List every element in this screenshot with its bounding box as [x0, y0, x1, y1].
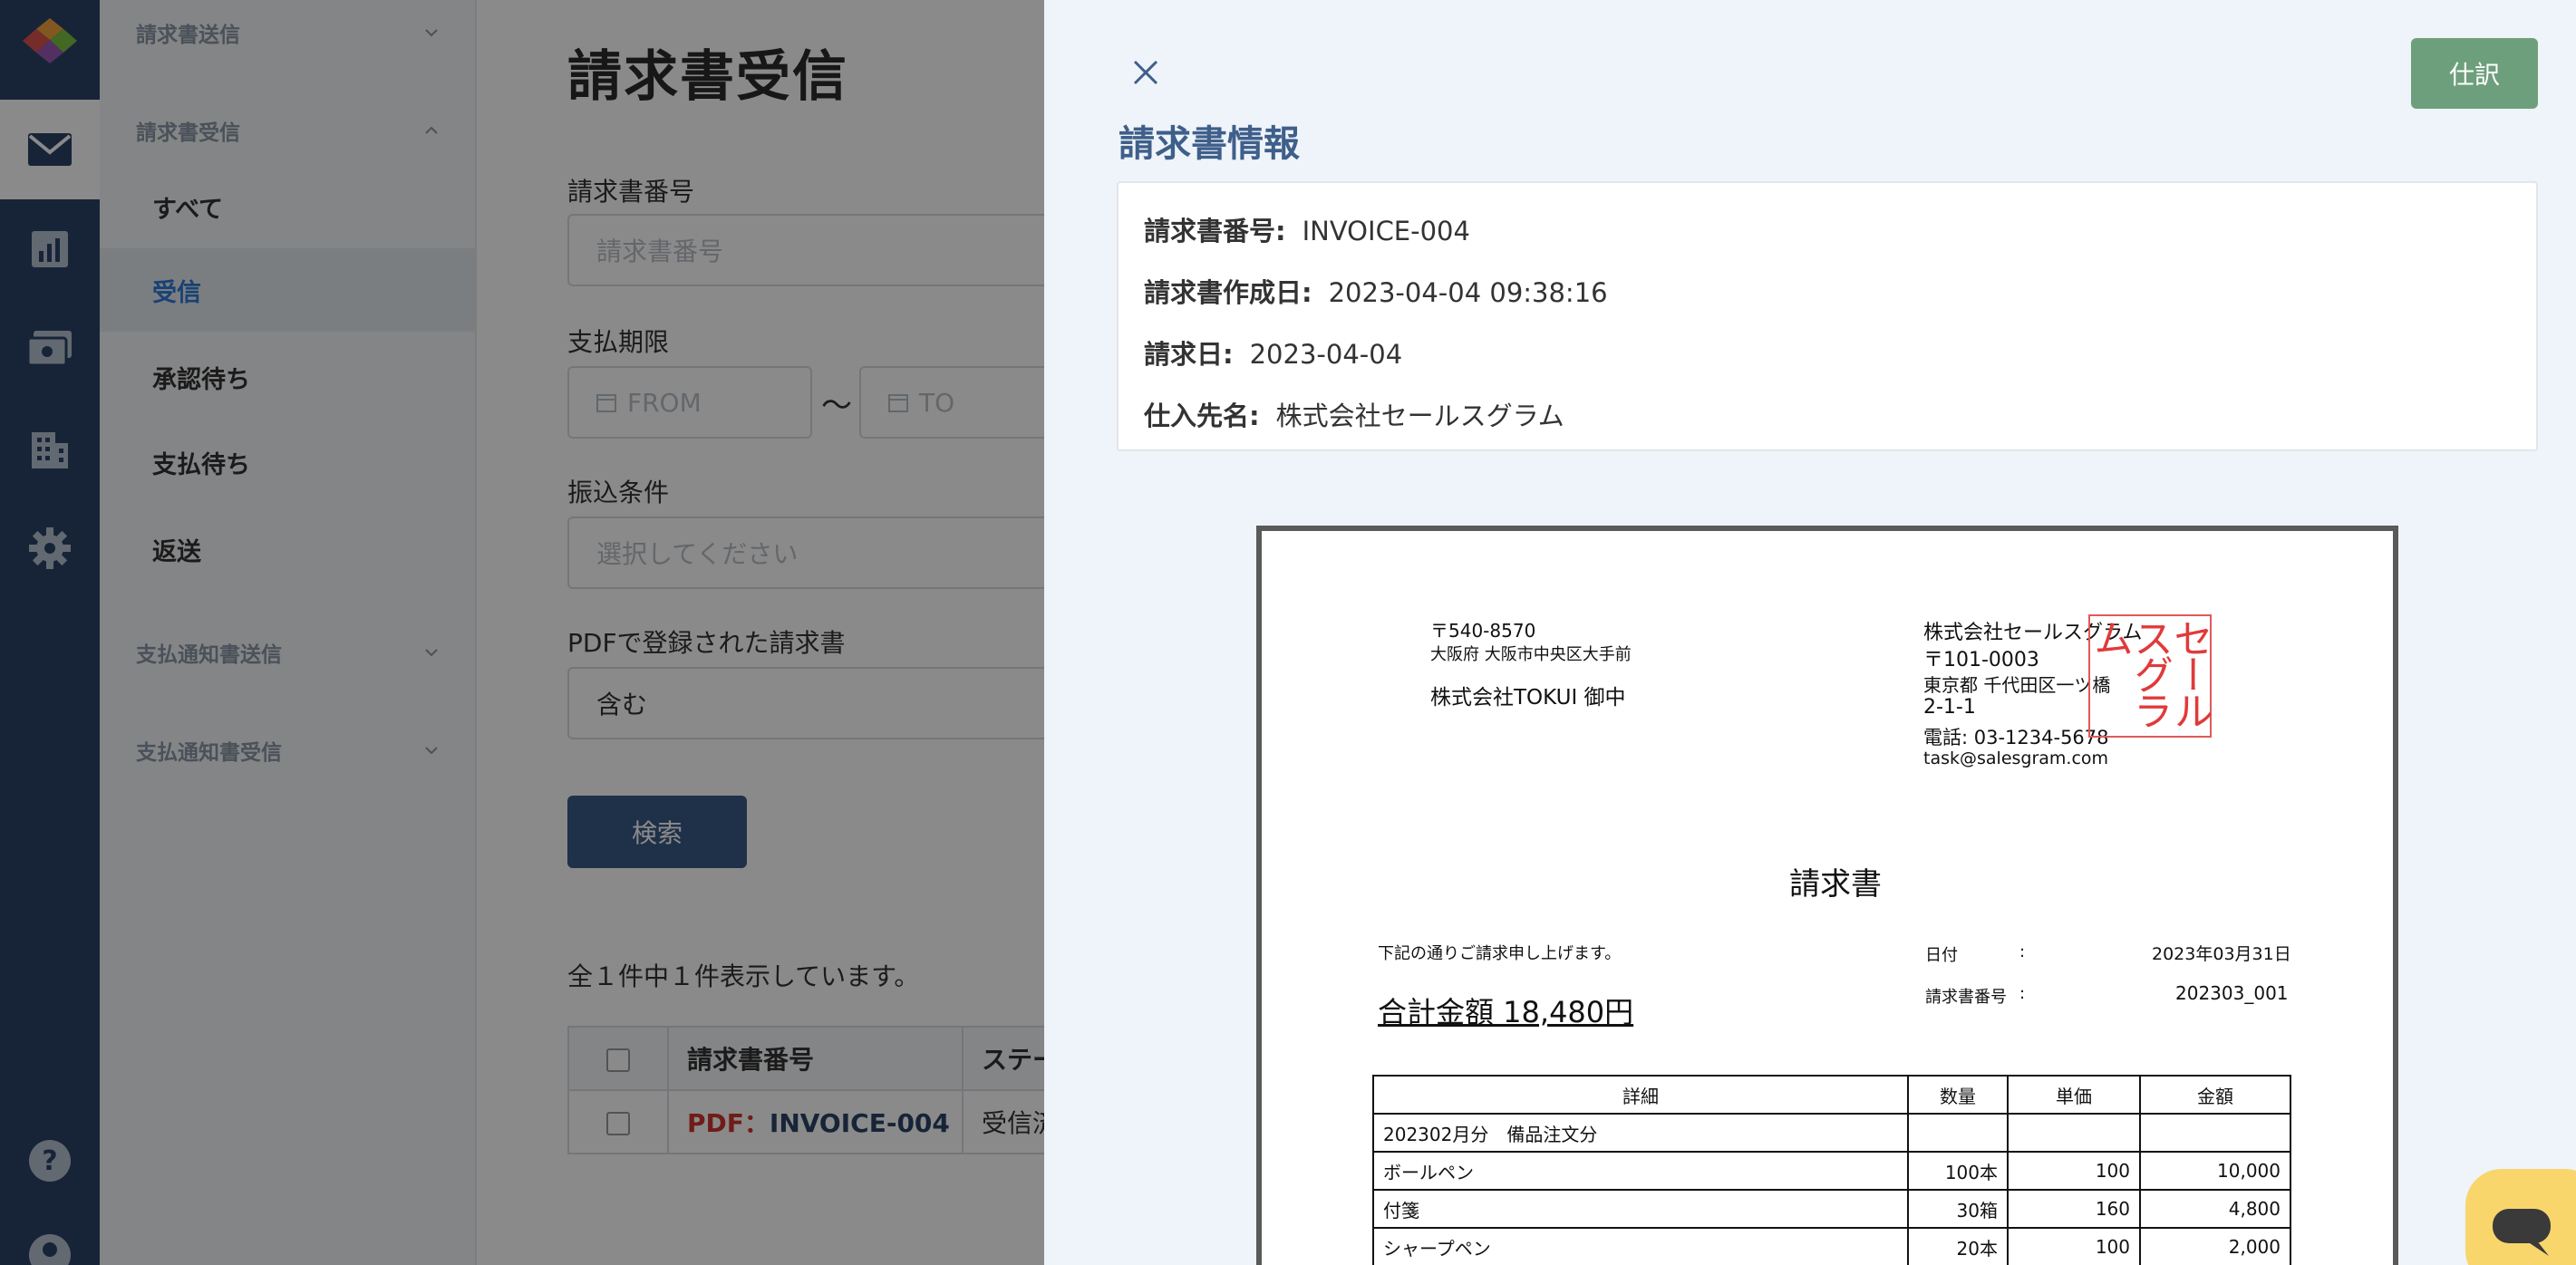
- info-key: 請求書番号:: [1144, 216, 1286, 246]
- line-quantity: 100本: [1907, 1151, 2009, 1191]
- info-row-invoice-number: 請求書番号: INVOICE-004: [1144, 210, 1470, 248]
- greeting-text: 下記の通りご請求申し上げます。: [1378, 944, 1622, 963]
- line-unit-price: 100: [2007, 1151, 2141, 1191]
- journal-entry-button[interactable]: 仕訳: [2411, 38, 2538, 109]
- line-amount: 2,000: [2139, 1227, 2291, 1265]
- invoice-detail-drawer: 仕訳 請求書情報 請求書番号: INVOICE-004 請求書作成日: 2023-0…: [1044, 0, 2576, 1265]
- issuer-address-line2: 2-1-1: [1923, 696, 1976, 719]
- column-header-detail: 詳細: [1372, 1075, 1909, 1115]
- line-amount: 10,000: [2139, 1151, 2291, 1191]
- info-key: 仕入先名:: [1144, 401, 1260, 431]
- column-header-unit-price: 単価: [2007, 1075, 2141, 1115]
- issuer-email: task@salesgram.com: [1923, 748, 2109, 768]
- table-row: 付箋 30箱 160 4,800: [1372, 1189, 2291, 1229]
- line-quantity: 30箱: [1907, 1189, 2009, 1229]
- number-colon: :: [2019, 984, 2026, 1003]
- invoice-pdf-preview[interactable]: 〒540-8570 大阪府 大阪市中央区大手前 株式会社TOKUI 御中 株式会…: [1256, 526, 2398, 1265]
- info-row-supplier-name: 仕入先名: 株式会社セールスグラム: [1144, 395, 1564, 433]
- info-value: 2023-04-04 09:38:16: [1328, 277, 1608, 308]
- line-quantity: 20本: [1907, 1227, 2009, 1265]
- document-title: 請求書: [1789, 866, 1882, 903]
- total-amount: 合計金額 18,480円: [1378, 995, 1634, 1029]
- date-label: 日付: [1925, 946, 1958, 965]
- issuer-address-line1: 東京都 千代田区一ツ橋: [1923, 674, 2111, 696]
- issuer-phone: 電話: 03-1234-5678: [1923, 727, 2109, 748]
- number-label: 請求書番号: [1925, 988, 2007, 1007]
- stamp-text: スグラ: [2126, 618, 2173, 727]
- line-detail: 202302月分 備品注文分: [1372, 1113, 1909, 1153]
- line-detail: シャープペン: [1372, 1227, 1909, 1265]
- info-value: 株式会社セールスグラム: [1275, 401, 1564, 431]
- line-unit-price: 100: [2007, 1227, 2141, 1265]
- chat-launcher-button[interactable]: [2465, 1169, 2576, 1265]
- line-detail: 付箋: [1372, 1189, 1909, 1229]
- info-row-invoice-date: 請求日: 2023-04-04: [1144, 333, 1402, 372]
- table-row: ボールペン 100本 100 10,000: [1372, 1151, 2291, 1191]
- recipient-name: 株式会社TOKUI 御中: [1430, 686, 1626, 710]
- line-detail: ボールペン: [1372, 1151, 1909, 1191]
- line-unit-price: 160: [2007, 1189, 2141, 1229]
- column-header-amount: 金額: [2139, 1075, 2291, 1115]
- info-key: 請求日:: [1144, 339, 1234, 370]
- stamp-text: セール: [2166, 618, 2213, 727]
- close-icon[interactable]: [1129, 56, 1162, 89]
- number-value: 202303_001: [2175, 982, 2289, 1004]
- info-row-created-date: 請求書作成日: 2023-04-04 09:38:16: [1144, 272, 1608, 310]
- table-row: シャープペン 20本 100 2,000: [1372, 1227, 2291, 1265]
- invoice-line-items: 詳細 数量 単価 金額 202302月分 備品注文分 ボールペン 100本 10…: [1372, 1075, 2291, 1265]
- modal-backdrop[interactable]: [0, 0, 1044, 1265]
- column-header-quantity: 数量: [1907, 1075, 2009, 1115]
- line-quantity: [1907, 1113, 2009, 1153]
- company-seal-stamp: セール スグラ ム: [2087, 614, 2213, 738]
- recipient-zip: 〒540-8570: [1430, 620, 1536, 642]
- date-value: 2023年03月31日: [2152, 944, 2291, 964]
- date-colon: :: [2019, 942, 2026, 961]
- recipient-address: 大阪府 大阪市中央区大手前: [1430, 645, 1632, 664]
- line-unit-price: [2007, 1113, 2141, 1153]
- invoice-document: 〒540-8570 大阪府 大阪市中央区大手前 株式会社TOKUI 御中 株式会…: [1262, 531, 2393, 1265]
- info-value: INVOICE-004: [1302, 216, 1470, 246]
- invoice-info-card: 請求書番号: INVOICE-004 請求書作成日: 2023-04-04 09:3…: [1117, 181, 2538, 451]
- issuer-zip: 〒101-0003: [1923, 649, 2039, 671]
- line-amount: [2139, 1113, 2291, 1153]
- line-items-header: 詳細 数量 単価 金額: [1372, 1075, 2291, 1115]
- info-key: 請求書作成日:: [1144, 277, 1312, 308]
- stamp-text: ム: [2087, 618, 2133, 654]
- info-value: 2023-04-04: [1249, 339, 1403, 370]
- drawer-title: 請求書情報: [1119, 123, 1300, 165]
- table-row: 202302月分 備品注文分: [1372, 1113, 2291, 1153]
- line-amount: 4,800: [2139, 1189, 2291, 1229]
- chat-bubble-icon: [2493, 1209, 2551, 1256]
